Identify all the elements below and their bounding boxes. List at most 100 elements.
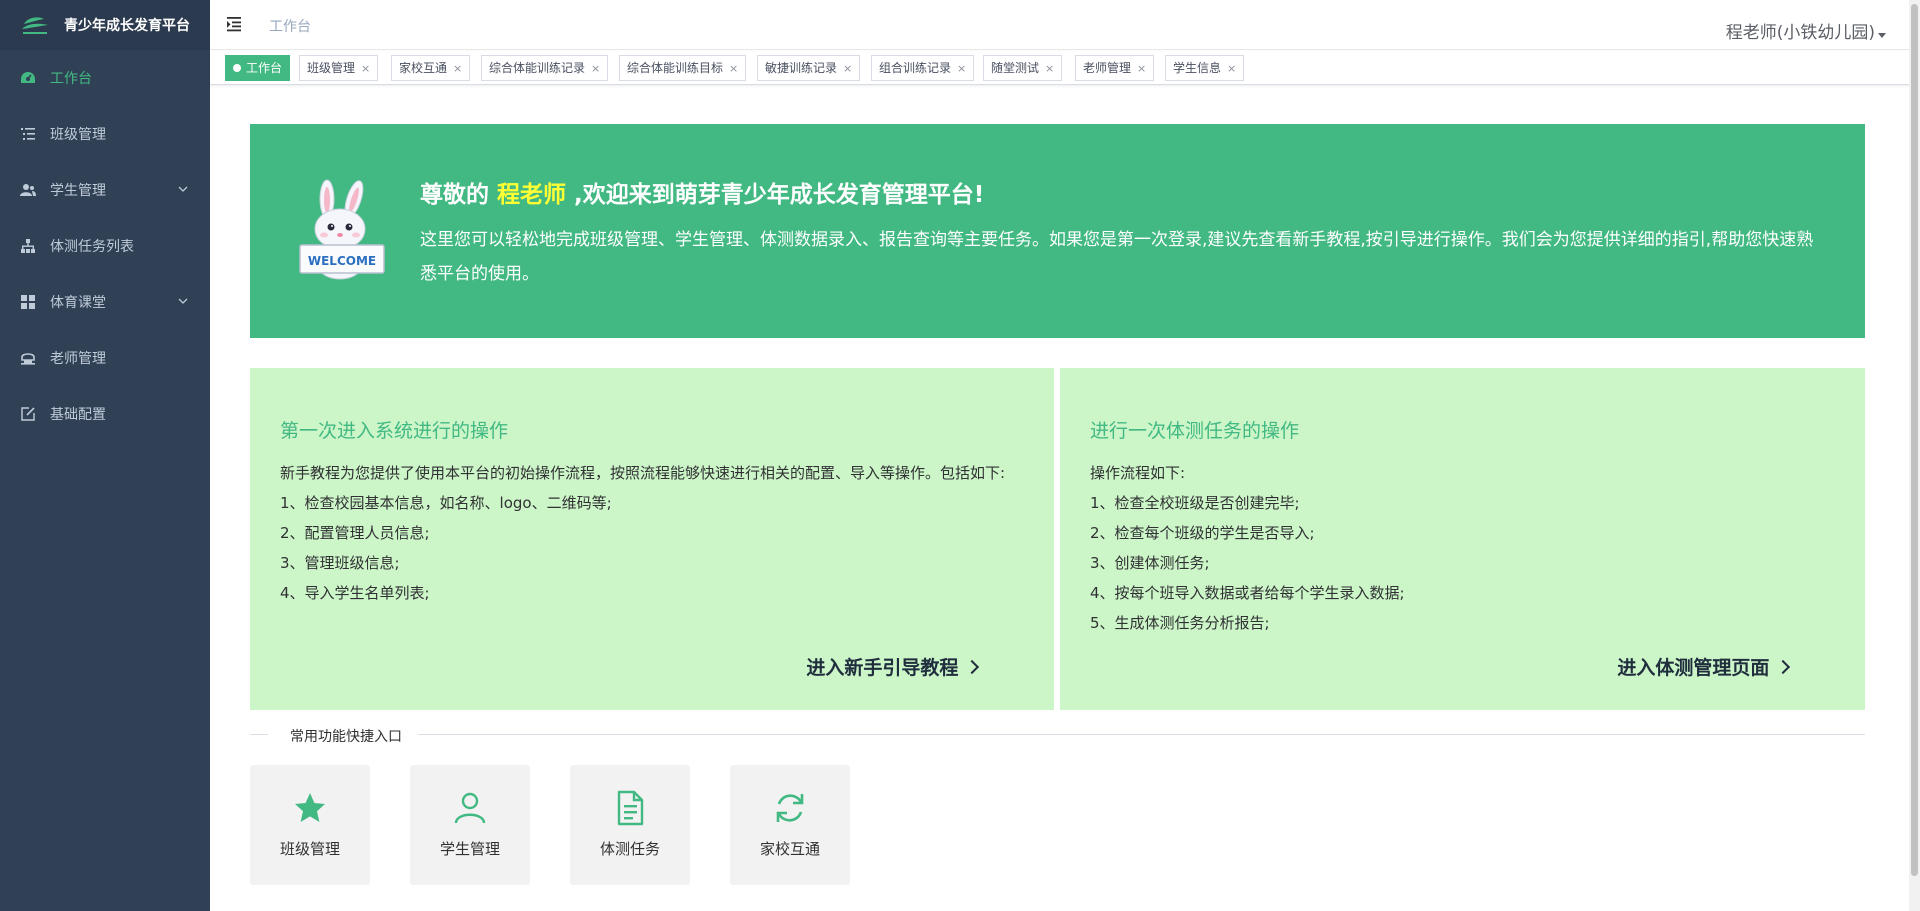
welcome-sign-text: WELCOME xyxy=(308,254,376,268)
card-line: 5、生成体测任务分析报告; xyxy=(1090,614,1270,632)
dashboard-icon xyxy=(20,70,36,86)
sidebar-item-label: 体育课堂 xyxy=(50,295,106,311)
sidebar-item-class-management[interactable]: 班级管理 xyxy=(0,106,210,162)
peoples-icon xyxy=(20,182,36,198)
tag-label: 家校互通 xyxy=(399,61,448,75)
first-login-card: 第一次进入系统进行的操作 新手教程为您提供了使用本平台的初始操作流程，按照流程能… xyxy=(250,368,1054,710)
chevron-down-icon xyxy=(178,186,188,192)
close-icon[interactable]: × xyxy=(1045,62,1054,75)
star-icon xyxy=(295,793,325,822)
quick-tile-class-management[interactable]: 班级管理 xyxy=(250,765,370,885)
logo-icon xyxy=(22,17,48,34)
close-icon[interactable]: × xyxy=(453,62,462,75)
quick-tile-test-tasks[interactable]: 体测任务 xyxy=(570,765,690,885)
sidebar-item-pe-class[interactable]: 体育课堂 xyxy=(0,274,210,330)
test-management-link-label: 进入体测管理页面 xyxy=(1617,657,1770,679)
breadcrumb: 工作台 xyxy=(269,19,311,35)
sidebar-menu: 工作台 班级管理 学生管理 体测任务列表 体育课堂 老师管理 基础配置 xyxy=(0,50,210,442)
tutorial-link[interactable]: 进入新手引导教程 xyxy=(806,653,980,680)
tag-label: 随堂测试 xyxy=(991,61,1040,75)
card-body: 操作流程如下: 1、检查全校班级是否创建完毕; 2、检查每个班级的学生是否导入;… xyxy=(1090,458,1830,638)
tag-fitness-goals[interactable]: 综合体能训练目标 × xyxy=(619,55,747,81)
tag-class-test[interactable]: 随堂测试 × xyxy=(983,55,1063,81)
scrollbar[interactable] xyxy=(1909,0,1920,911)
welcome-bunny-image: WELCOME xyxy=(299,179,385,280)
close-icon[interactable]: × xyxy=(361,62,370,75)
card-line: 2、配置管理人员信息; xyxy=(280,524,430,542)
user-icon xyxy=(454,792,486,824)
sidebar-item-student-management[interactable]: 学生管理 xyxy=(0,162,210,218)
tag-class-management[interactable]: 班级管理 × xyxy=(299,55,379,81)
tag-label: 组合训练记录 xyxy=(879,61,952,75)
close-icon[interactable]: × xyxy=(729,62,738,75)
tag-fitness-records[interactable]: 综合体能训练记录 × xyxy=(481,55,609,81)
teacher-icon xyxy=(20,350,36,366)
refresh-icon xyxy=(776,794,804,822)
greeting-suffix: ,欢迎来到萌芽青少年成长发育管理平台! xyxy=(574,182,985,208)
app-title: 青少年成长发育平台 xyxy=(64,18,190,34)
card-line: 3、管理班级信息; xyxy=(280,554,400,572)
grid-icon xyxy=(20,294,36,310)
card-line: 操作流程如下: xyxy=(1090,464,1186,482)
sidebar-item-label: 班级管理 xyxy=(50,127,106,143)
active-dot-icon xyxy=(233,64,241,72)
welcome-banner: WELCOME 尊敬的 程老师 ,欢迎来到萌芽青少年成长发育管理平台! 这里您可… xyxy=(250,124,1865,338)
welcome-heading: 尊敬的 程老师 ,欢迎来到萌芽青少年成长发育管理平台! xyxy=(420,175,984,209)
sidebar-item-dashboard[interactable]: 工作台 xyxy=(0,50,210,106)
test-management-link[interactable]: 进入体测管理页面 xyxy=(1617,653,1791,680)
close-icon[interactable]: × xyxy=(1137,62,1146,75)
user-highlight-name: 程老师 xyxy=(497,182,567,208)
tag-student-info[interactable]: 学生信息 × xyxy=(1165,55,1245,81)
tag-home-school[interactable]: 家校互通 × xyxy=(391,55,471,81)
card-line: 1、检查校园基本信息，如名称、logo、二维码等; xyxy=(280,494,612,512)
divider-line xyxy=(418,734,1865,735)
card-line: 3、创建体测任务; xyxy=(1090,554,1210,572)
user-menu[interactable]: 程老师(小铁幼儿园) xyxy=(1726,18,1875,43)
list-icon xyxy=(20,126,36,142)
tile-label: 班级管理 xyxy=(279,840,340,858)
scrollbar-thumb[interactable] xyxy=(1911,4,1918,876)
sidebar-item-label: 体测任务列表 xyxy=(50,239,134,255)
sidebar: 青少年成长发育平台 工作台 班级管理 学生管理 体测任务列表 体育课堂 老师管理… xyxy=(0,0,210,911)
divider-line xyxy=(250,734,268,735)
quick-tile-home-school[interactable]: 家校互通 xyxy=(730,765,850,885)
tree-icon xyxy=(20,238,36,254)
tag-label: 工作台 xyxy=(246,61,283,75)
edit-icon xyxy=(20,406,36,422)
chevron-right-icon xyxy=(964,659,980,675)
tag-label: 班级管理 xyxy=(307,61,356,75)
tag-label: 老师管理 xyxy=(1083,61,1132,75)
tag-label: 敏捷训练记录 xyxy=(765,61,838,75)
sidebar-item-basic-config[interactable]: 基础配置 xyxy=(0,386,210,442)
quick-tile-student-management[interactable]: 学生管理 xyxy=(410,765,530,885)
tag-agility-records[interactable]: 敏捷训练记录 × xyxy=(757,55,861,81)
card-title: 进行一次体测任务的操作 xyxy=(1090,420,1300,442)
sidebar-item-label: 学生管理 xyxy=(50,183,106,199)
chevron-right-icon xyxy=(1775,659,1791,675)
caret-down-icon[interactable] xyxy=(1878,33,1886,38)
close-icon[interactable]: × xyxy=(843,62,852,75)
tile-label: 体测任务 xyxy=(599,840,660,858)
quick-access-title: 常用功能快捷入口 xyxy=(290,729,402,745)
close-icon[interactable]: × xyxy=(957,62,966,75)
logo-area[interactable]: 青少年成长发育平台 xyxy=(0,0,210,50)
close-icon[interactable]: × xyxy=(1227,62,1236,75)
sidebar-item-teacher-management[interactable]: 老师管理 xyxy=(0,330,210,386)
tag-label: 综合体能训练记录 xyxy=(489,61,586,75)
tag-combo-records[interactable]: 组合训练记录 × xyxy=(871,55,975,81)
tile-label: 家校互通 xyxy=(759,840,820,858)
card-body: 新手教程为您提供了使用本平台的初始操作流程，按照流程能够快速进行相关的配置、导入… xyxy=(280,458,1020,608)
sidebar-item-label: 基础配置 xyxy=(50,407,106,423)
hamburger-icon[interactable] xyxy=(227,16,245,32)
tutorial-link-label: 进入新手引导教程 xyxy=(806,657,959,679)
card-line: 2、检查每个班级的学生是否导入; xyxy=(1090,524,1315,542)
tag-teacher-management[interactable]: 老师管理 × xyxy=(1075,55,1155,81)
top-navbar: 工作台 程老师(小铁幼儿园) xyxy=(210,0,1910,50)
sidebar-item-test-tasks[interactable]: 体测任务列表 xyxy=(0,218,210,274)
tag-dashboard[interactable]: 工作台 xyxy=(225,55,291,81)
tile-label: 学生管理 xyxy=(439,840,500,858)
close-icon[interactable]: × xyxy=(591,62,600,75)
chevron-down-icon xyxy=(178,298,188,304)
card-line: 4、导入学生名单列表; xyxy=(280,584,430,602)
document-icon xyxy=(617,790,644,826)
